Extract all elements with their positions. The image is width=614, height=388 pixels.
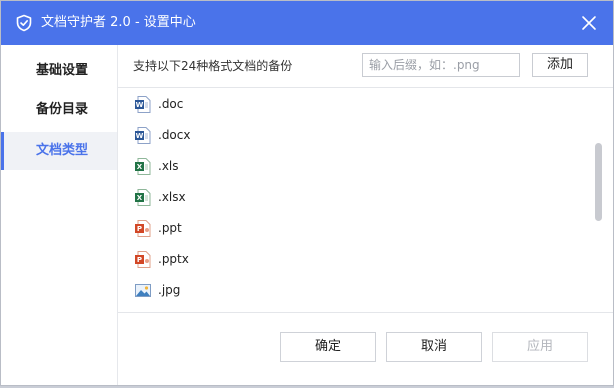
word-icon: W — [135, 127, 151, 144]
window-title: 文档守护者 2.0 - 设置中心 — [41, 15, 196, 30]
svg-text:W: W — [136, 101, 144, 109]
file-type-list: W .doc W .docx X .xls X .xlsx P .ppt P .… — [118, 88, 613, 313]
sidebar: 基础设置 备份目录 文档类型 — [1, 45, 118, 385]
powerpoint-icon: P — [135, 251, 151, 268]
list-item[interactable]: X .xls — [118, 152, 588, 183]
close-icon[interactable] — [581, 15, 597, 31]
cancel-button[interactable]: 取消 — [386, 332, 482, 362]
sidebar-item-backup-directory[interactable]: 备份目录 — [1, 91, 117, 129]
file-type-label: .pptx — [158, 252, 189, 266]
file-type-label: .doc — [158, 97, 184, 111]
list-item[interactable]: .jpg — [118, 276, 588, 307]
sidebar-item-document-types[interactable]: 文档类型 — [1, 132, 117, 170]
ok-button[interactable]: 确定 — [280, 332, 376, 362]
svg-text:P: P — [137, 256, 142, 264]
list-item[interactable]: P .ppt — [118, 214, 588, 245]
supported-formats-description: 支持以下24种格式文档的备份 — [133, 59, 293, 73]
add-button[interactable]: 添加 — [532, 53, 588, 77]
list-item[interactable]: W .docx — [118, 121, 588, 152]
settings-window: 文档守护者 2.0 - 设置中心 基础设置 备份目录 文档类型 支持以下24种格… — [0, 0, 614, 386]
sidebar-item-basic-settings[interactable]: 基础设置 — [1, 52, 117, 90]
image-icon — [135, 284, 151, 297]
shield-check-icon — [16, 14, 32, 32]
file-type-label: .ppt — [158, 221, 182, 235]
title-bar: 文档守护者 2.0 - 设置中心 — [1, 1, 613, 45]
list-item[interactable]: P .pptx — [118, 245, 588, 276]
word-icon: W — [135, 96, 151, 113]
file-type-label: .xlsx — [158, 190, 186, 204]
list-item[interactable]: X .xlsx — [118, 183, 588, 214]
svg-text:W: W — [136, 132, 144, 140]
apply-button[interactable]: 应用 — [492, 332, 588, 362]
excel-icon: X — [135, 158, 151, 175]
file-type-label: .docx — [158, 128, 191, 142]
file-type-label: .xls — [158, 159, 179, 173]
document-types-panel: 支持以下24种格式文档的备份 添加 W .doc W — [118, 45, 613, 385]
file-type-label: .jpg — [158, 283, 181, 297]
powerpoint-icon: P — [135, 220, 151, 237]
extension-input[interactable] — [362, 53, 520, 77]
list-item[interactable]: W .doc — [118, 90, 588, 121]
excel-icon: X — [135, 189, 151, 206]
toolbar: 支持以下24种格式文档的备份 添加 — [118, 45, 613, 88]
scrollbar-thumb[interactable] — [595, 143, 602, 221]
svg-text:P: P — [137, 225, 142, 233]
svg-text:X: X — [137, 163, 143, 171]
svg-text:X: X — [137, 194, 143, 202]
